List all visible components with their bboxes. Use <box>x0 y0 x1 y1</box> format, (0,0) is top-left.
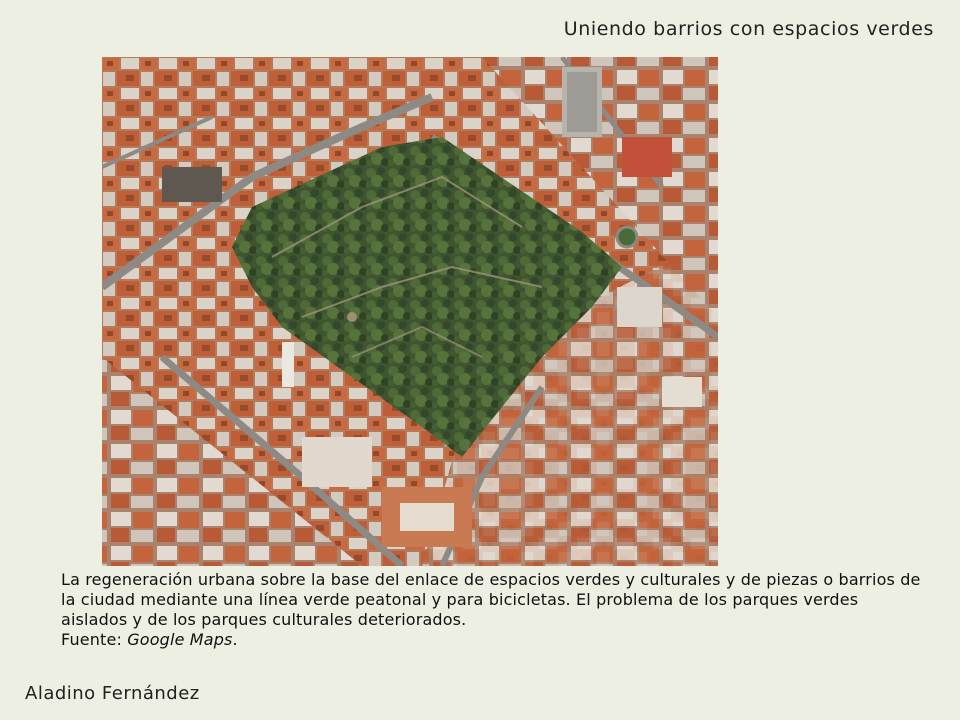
aerial-city-image <box>102 57 718 566</box>
caption-source-name: Google Maps <box>127 630 233 649</box>
aerial-photo <box>102 57 718 566</box>
author-name: Aladino Fernández <box>25 683 200 704</box>
slide-title: Uniendo barrios con espacios verdes <box>563 18 934 40</box>
caption-source-label: Fuente: <box>61 630 128 649</box>
caption-source-end: . <box>232 630 238 649</box>
caption-paragraph: La regeneración urbana sobre la base del… <box>61 570 921 650</box>
caption-text: La regeneración urbana sobre la base del… <box>61 570 921 629</box>
